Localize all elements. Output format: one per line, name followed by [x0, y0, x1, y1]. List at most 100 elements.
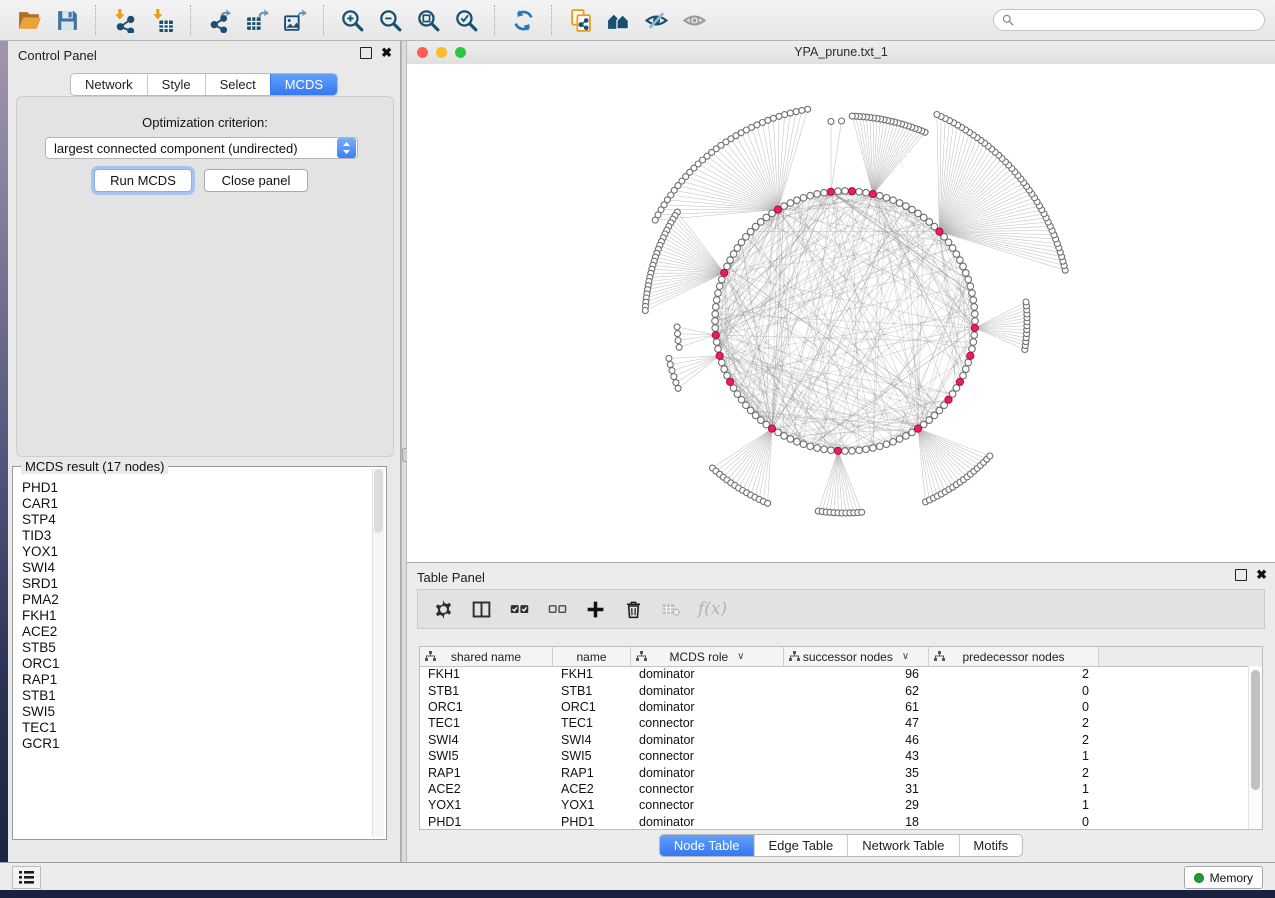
table-settings-button[interactable] — [428, 595, 458, 623]
network-canvas[interactable] — [407, 64, 1275, 562]
open-folder-icon — [17, 8, 42, 33]
table-row[interactable]: FKH1FKH1dominator962 — [420, 666, 1249, 682]
tab-mcds[interactable]: MCDS — [270, 74, 337, 95]
table-row[interactable]: RAP1RAP1dominator352 — [420, 764, 1249, 780]
table-cell: 1 — [929, 782, 1099, 796]
import-network-button[interactable] — [109, 5, 139, 35]
table-row[interactable]: ORC1ORC1dominator610 — [420, 699, 1249, 715]
sort-indicator-icon: ∨ — [737, 651, 744, 662]
task-history-button[interactable] — [12, 866, 41, 889]
table-header-row: shared namenameMCDS role∨successor nodes… — [420, 647, 1262, 667]
table-row[interactable]: SWI4SWI4dominator462 — [420, 732, 1249, 748]
export-image-button[interactable] — [280, 5, 310, 35]
gear-icon — [433, 599, 454, 620]
function-builder-button[interactable]: f(x) — [698, 599, 727, 619]
table-cell: dominator — [631, 700, 784, 714]
optimization-criterion-dropdown[interactable]: largest connected component (undirected) — [45, 137, 358, 159]
mcds-result-item[interactable]: STB1 — [22, 688, 372, 704]
column-header-predecessor-nodes[interactable]: predecessor nodes — [929, 647, 1099, 666]
refresh-layout-button[interactable] — [508, 5, 538, 35]
mcds-list-scrollbar[interactable] — [372, 469, 384, 837]
show-all-networks-button[interactable] — [603, 5, 633, 35]
close-panel-icon[interactable]: ✖ — [381, 48, 392, 58]
tab-network-table[interactable]: Network Table — [847, 835, 958, 856]
table-cell: SWI5 — [553, 749, 631, 763]
column-header-successor-nodes[interactable]: successor nodes∨ — [784, 647, 929, 666]
table-row[interactable]: YOX1YOX1connector291 — [420, 797, 1249, 813]
close-panel-button[interactable]: Close panel — [204, 169, 308, 192]
mcds-result-item[interactable]: SWI4 — [22, 560, 372, 576]
mcds-result-item[interactable]: RAP1 — [22, 672, 372, 688]
mcds-result-item[interactable]: STP4 — [22, 512, 372, 528]
export-network-button[interactable] — [204, 5, 234, 35]
table-cell: ORC1 — [553, 700, 631, 714]
table-scrollbar[interactable] — [1248, 666, 1262, 829]
control-panel: Control Panel ✖ NetworkStyleSelectMCDS O… — [8, 41, 401, 862]
table-row[interactable]: TEC1TEC1connector472 — [420, 715, 1249, 731]
mcds-result-item[interactable]: ORC1 — [22, 656, 372, 672]
clone-network-button[interactable] — [565, 5, 595, 35]
column-header-shared-name[interactable]: shared name — [420, 647, 553, 666]
toggle-column-view-button[interactable] — [466, 595, 496, 623]
table-cell: 29 — [784, 798, 929, 812]
export-table-button[interactable] — [242, 5, 272, 35]
tab-network[interactable]: Network — [71, 74, 147, 95]
mcds-result-item[interactable]: TID3 — [22, 528, 372, 544]
tab-select[interactable]: Select — [205, 74, 270, 95]
mcds-result-item[interactable]: GCR1 — [22, 736, 372, 752]
network-graph-svg[interactable] — [407, 64, 1275, 562]
memory-button[interactable]: Memory — [1184, 866, 1263, 889]
mcds-result-item[interactable]: SWI5 — [22, 704, 372, 720]
open-file-button[interactable] — [14, 5, 44, 35]
show-graphics-details-button[interactable] — [679, 5, 709, 35]
run-mcds-button[interactable]: Run MCDS — [94, 169, 192, 192]
table-cell: RAP1 — [553, 766, 631, 780]
tab-edge-table[interactable]: Edge Table — [753, 835, 847, 856]
select-all-rows-button[interactable] — [504, 595, 534, 623]
table-scrollbar-thumb[interactable] — [1251, 670, 1260, 790]
mcds-result-item[interactable]: CAR1 — [22, 496, 372, 512]
float-panel-icon[interactable] — [360, 47, 372, 59]
search-field[interactable] — [993, 9, 1265, 31]
mcds-result-item[interactable]: STB5 — [22, 640, 372, 656]
zoom-out-button[interactable] — [375, 5, 405, 35]
mcds-result-list[interactable]: PHD1CAR1STP4TID3YOX1SWI4SRD1PMA2FKH1ACE2… — [14, 468, 372, 838]
deselect-all-rows-button[interactable] — [542, 595, 572, 623]
save-session-button[interactable] — [52, 5, 82, 35]
table-cell: 2 — [929, 733, 1099, 747]
network-window-titlebar[interactable]: YPA_prune.txt_1 — [407, 41, 1275, 65]
toolbar-separator — [323, 5, 324, 35]
search-input[interactable] — [1019, 12, 1256, 28]
table-row[interactable]: SWI5SWI5connector431 — [420, 748, 1249, 764]
zoom-in-button[interactable] — [337, 5, 367, 35]
mcds-scrollbar-thumb[interactable] — [374, 469, 383, 533]
close-panel-icon[interactable]: ✖ — [1256, 570, 1267, 580]
mcds-result-item[interactable]: FKH1 — [22, 608, 372, 624]
table-row[interactable]: ACE2ACE2connector311 — [420, 781, 1249, 797]
mcds-result-item[interactable]: TEC1 — [22, 720, 372, 736]
table-cell: ACE2 — [553, 782, 631, 796]
zoom-selected-button[interactable] — [451, 5, 481, 35]
mcds-result-item[interactable]: PMA2 — [22, 592, 372, 608]
tab-style[interactable]: Style — [147, 74, 205, 95]
create-column-button[interactable] — [580, 595, 610, 623]
float-panel-icon[interactable] — [1235, 569, 1247, 581]
import-table-button[interactable] — [147, 5, 177, 35]
hide-graphics-details-button[interactable] — [641, 5, 671, 35]
table-row[interactable]: STB1STB1dominator620 — [420, 682, 1249, 698]
mcds-result-item[interactable]: PHD1 — [22, 480, 372, 496]
mcds-result-item[interactable]: YOX1 — [22, 544, 372, 560]
delete-column-button[interactable] — [618, 595, 648, 623]
dropdown-selected-value: largest connected component (undirected) — [46, 141, 337, 156]
tab-node-table[interactable]: Node Table — [660, 835, 754, 856]
zoom-fit-button[interactable] — [413, 5, 443, 35]
delete-table-button-disabled[interactable] — [656, 595, 686, 623]
column-header-MCDS-role[interactable]: MCDS role∨ — [631, 647, 784, 666]
mcds-result-item[interactable]: ACE2 — [22, 624, 372, 640]
tab-motifs[interactable]: Motifs — [958, 835, 1022, 856]
eye-slash-icon — [644, 8, 669, 33]
mcds-result-item[interactable]: SRD1 — [22, 576, 372, 592]
table-row[interactable]: PHD1PHD1dominator180 — [420, 814, 1249, 829]
memory-status-icon — [1194, 873, 1204, 883]
column-header-name[interactable]: name — [553, 647, 631, 666]
